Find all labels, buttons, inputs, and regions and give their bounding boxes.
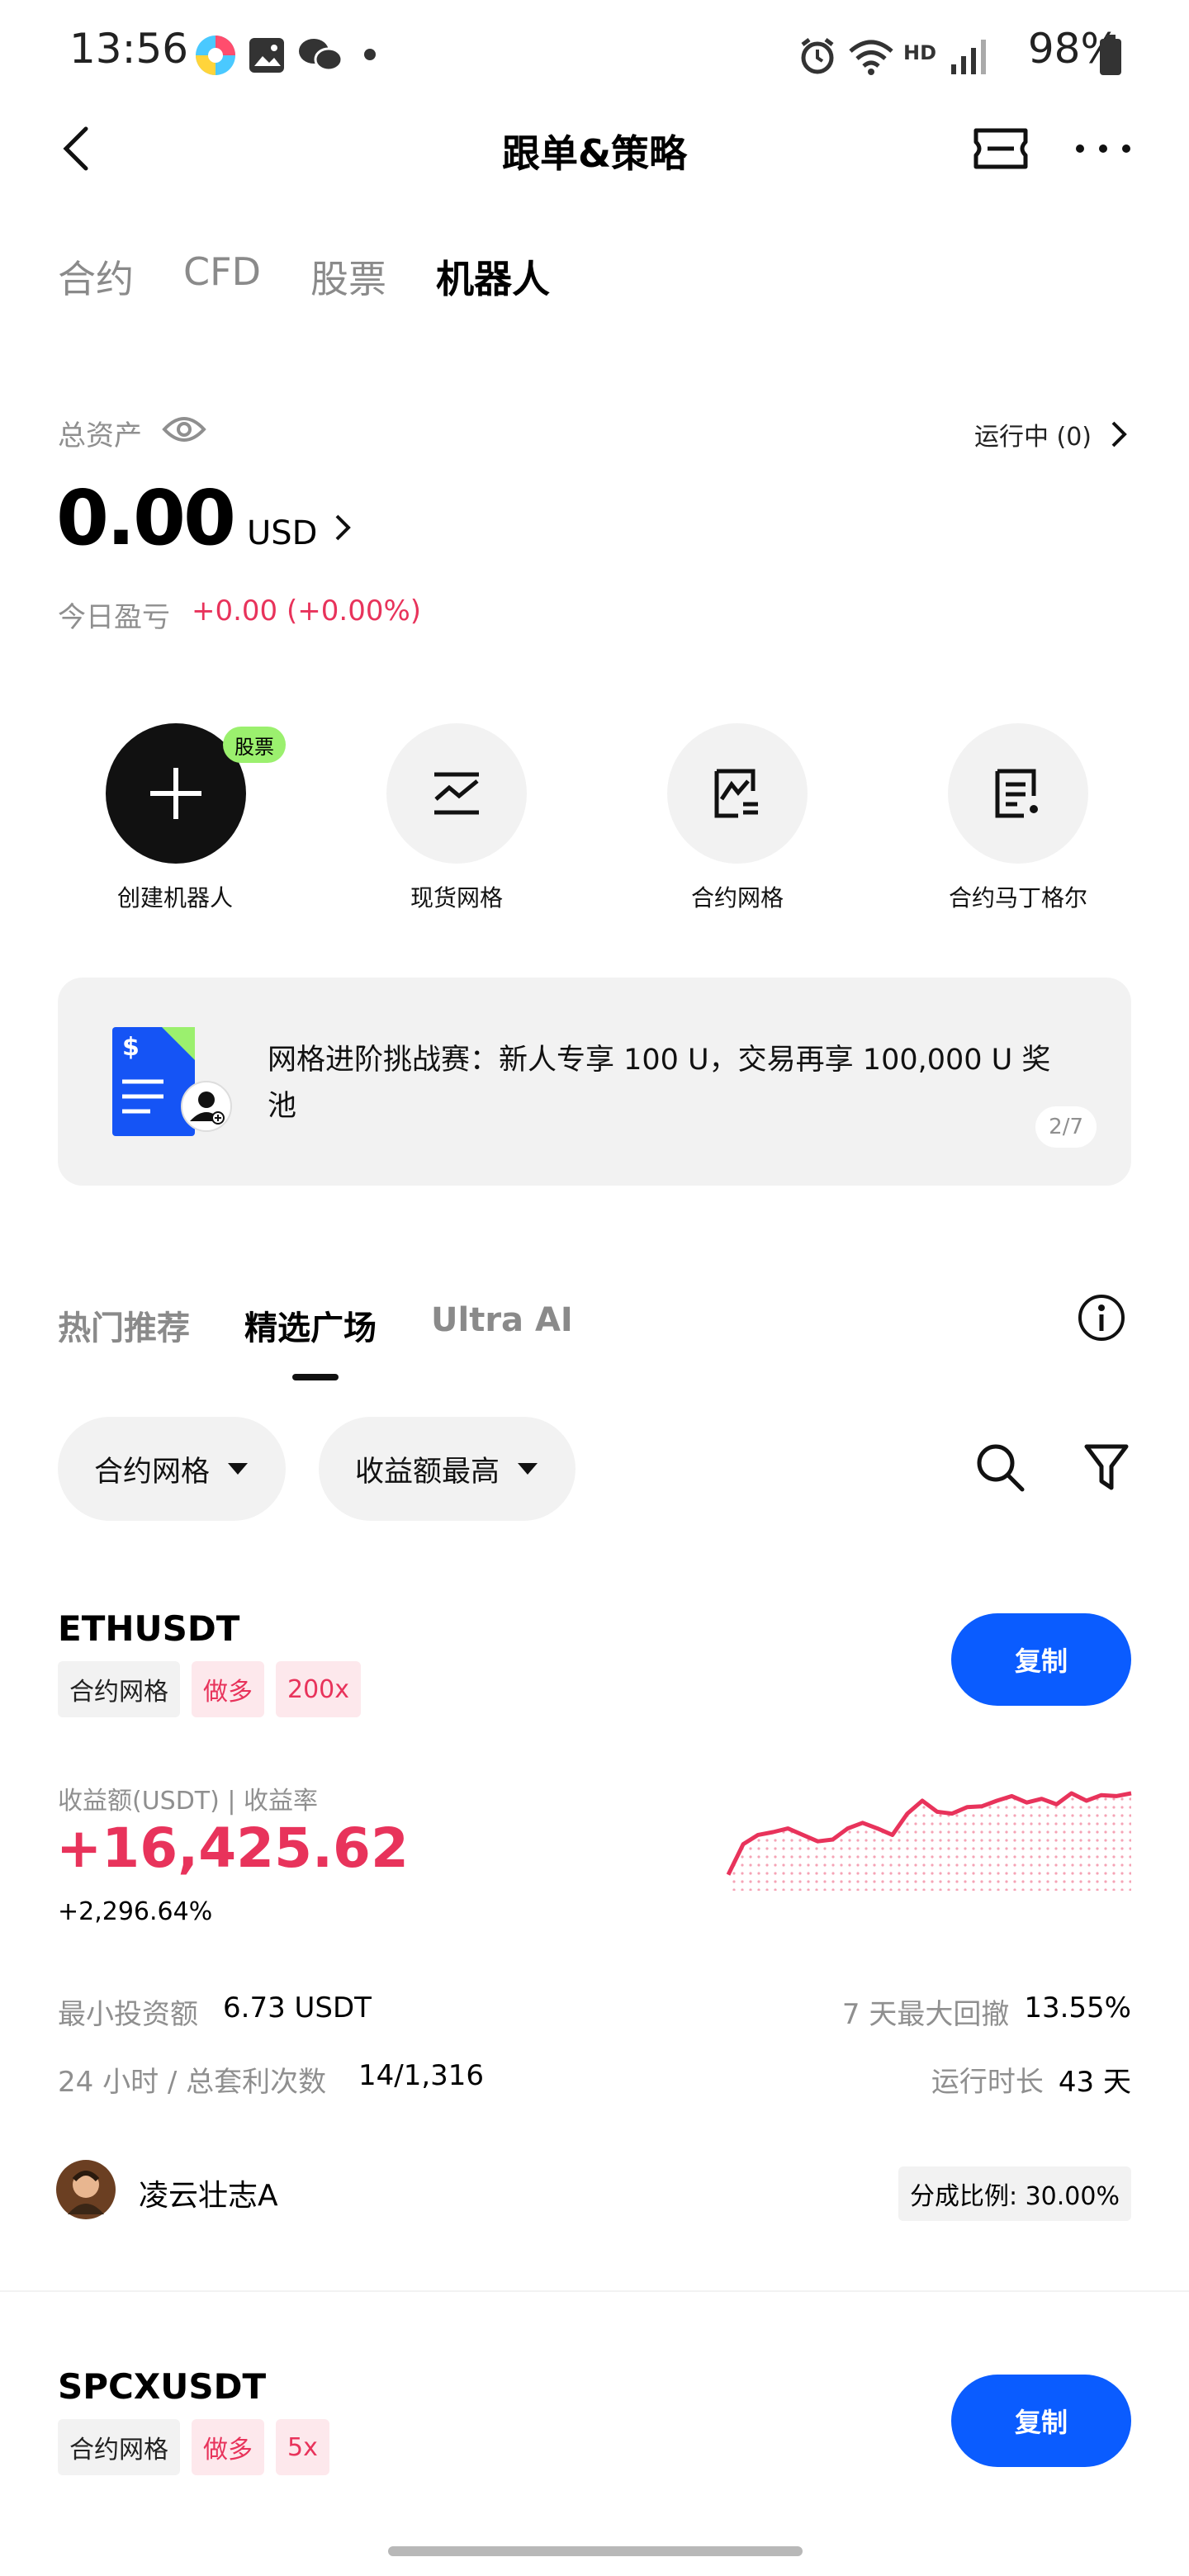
info-icon[interactable] [1077, 1293, 1126, 1342]
contract-grid-label: 合约网格 [690, 884, 784, 912]
tab-ultra-ai[interactable]: Ultra AI [431, 1301, 573, 1339]
tab-active-indicator [292, 1374, 339, 1380]
contract-grid-button[interactable] [667, 723, 808, 864]
today-pnl-value: +0.00 (+0.00%) [192, 594, 422, 627]
spot-grid-label: 现货网格 [410, 884, 503, 912]
type-filter-dropdown[interactable]: 合约网格 [58, 1417, 287, 1521]
battery-icon [1100, 35, 1121, 75]
stocks-badge: 股票 [223, 727, 286, 763]
card-tags: 合约网格 做多 5x [58, 2419, 329, 2475]
total-assets-unit: USD [247, 514, 318, 552]
status-bar: 13:56 HD 98% [0, 0, 1189, 107]
avatar[interactable] [56, 2160, 116, 2219]
tab-robot[interactable]: 机器人 [436, 249, 550, 304]
tag-direction: 做多 [192, 1661, 264, 1717]
signal-icon [951, 40, 986, 74]
drawdown-value: 13.55% [1024, 1991, 1131, 2024]
promo-document-icon: $ [112, 1027, 232, 1136]
trader-name[interactable]: 凌云壮志A [139, 2171, 278, 2214]
promo-text: 网格进阶挑战赛：新人专享 100 U，交易再享 100,000 U 奖池 [268, 1044, 1051, 1123]
spot-grid-button[interactable] [386, 723, 527, 864]
arbitrage-label: 24 小时 / 总套利次数 [58, 2066, 327, 2099]
copy-button[interactable]: 复制 [951, 1613, 1131, 1706]
sort-filter-dropdown[interactable]: 收益额最高 [319, 1417, 576, 1521]
search-icon[interactable] [974, 1442, 1026, 1493]
runtime-row: 运行时长 43 天 [931, 2059, 1131, 2100]
gallery-icon [249, 38, 284, 73]
profit-share-badge: 分成比例: 30.00% [898, 2166, 1131, 2221]
strategy-card[interactable]: ETHUSDT 合约网格 做多 200x 复制 收益额(USDT) | 收益率 … [0, 1585, 1189, 2295]
tag-type: 合约网格 [58, 2419, 180, 2475]
eye-icon[interactable] [162, 413, 206, 446]
copy-button[interactable]: 复制 [951, 2375, 1131, 2467]
app-icon [196, 36, 235, 75]
tag-type: 合约网格 [58, 1661, 180, 1717]
min-invest-value: 6.73 USDT [223, 1991, 372, 2024]
sort-filter-label: 收益额最高 [355, 1455, 500, 1489]
ticket-icon[interactable] [973, 125, 1029, 172]
total-assets-label: 总资产 [58, 419, 142, 452]
tab-cfd[interactable]: CFD [183, 249, 261, 294]
total-assets-value-row[interactable]: 0.00 USD [56, 474, 355, 562]
caret-down-icon [518, 1463, 538, 1475]
martingale-button[interactable] [948, 723, 1088, 864]
banner-page-indicator: 2/7 [1035, 1106, 1097, 1148]
card-symbol: SPCXUSDT [58, 2366, 267, 2407]
grid-chart-icon [434, 772, 479, 815]
tag-direction: 做多 [192, 2419, 264, 2475]
tab-featured[interactable]: 精选广场 [244, 1301, 377, 1349]
tab-hot[interactable]: 热门推荐 [58, 1301, 190, 1349]
profit-rate: +2,296.64% [58, 1897, 213, 1926]
wifi-icon [849, 40, 893, 75]
chevron-right-icon [336, 514, 352, 541]
svg-text:$: $ [122, 1033, 140, 1062]
tab-contract[interactable]: 合约 [58, 249, 134, 304]
hd-indicator: HD [903, 41, 937, 64]
min-invest-label: 最小投资额 [58, 1998, 198, 2031]
strategy-card[interactable]: SPCXUSDT 合约网格 做多 5x 复制 [0, 2350, 1189, 2515]
profit-sparkline [726, 1791, 1132, 1891]
tag-leverage: 200x [276, 1661, 362, 1717]
divider [0, 2290, 1189, 2292]
runtime-value: 43 天 [1058, 2066, 1131, 2099]
drawdown-row: 7 天最大回撤 13.55% [842, 1991, 1131, 2032]
today-pnl-label: 今日盈亏 [58, 601, 170, 634]
wechat-icon [299, 39, 343, 72]
promo-banner[interactable]: $ 网格进阶挑战赛：新人专享 100 U，交易再享 100,000 U 奖池 2… [58, 978, 1131, 1186]
filter-icon[interactable] [1083, 1443, 1130, 1493]
total-assets-value: 0.00 [56, 474, 236, 562]
martingale-icon [995, 769, 1038, 818]
tag-leverage: 5x [276, 2419, 329, 2475]
plus-icon [150, 768, 201, 819]
alarm-icon [801, 38, 834, 74]
profit-value: +16,425.62 [56, 1816, 409, 1880]
dot-icon [364, 49, 376, 60]
chevron-right-icon [1111, 421, 1127, 447]
card-symbol: ETHUSDT [58, 1608, 240, 1649]
contract-grid-icon [714, 769, 758, 818]
runtime-label: 运行时长 [931, 2066, 1044, 2099]
arbitrage-value: 14/1,316 [358, 2059, 485, 2092]
caret-down-icon [228, 1463, 249, 1475]
home-indicator [388, 2546, 803, 2556]
status-time: 13:56 [69, 25, 189, 73]
profit-label: 收益额(USDT) | 收益率 [58, 1787, 319, 1816]
type-filter-label: 合约网格 [94, 1455, 211, 1489]
drawdown-label: 7 天最大回撤 [841, 1998, 1010, 2031]
martingale-label: 合约马丁格尔 [948, 884, 1087, 912]
card-tags: 合约网格 做多 200x [58, 1661, 362, 1717]
running-link[interactable]: 运行中 (0) [974, 416, 1131, 452]
more-icon[interactable] [1073, 142, 1133, 155]
create-robot-label: 创建机器人 [116, 884, 233, 912]
running-count: 运行中 (0) [973, 423, 1092, 452]
tab-stocks[interactable]: 股票 [310, 249, 386, 304]
